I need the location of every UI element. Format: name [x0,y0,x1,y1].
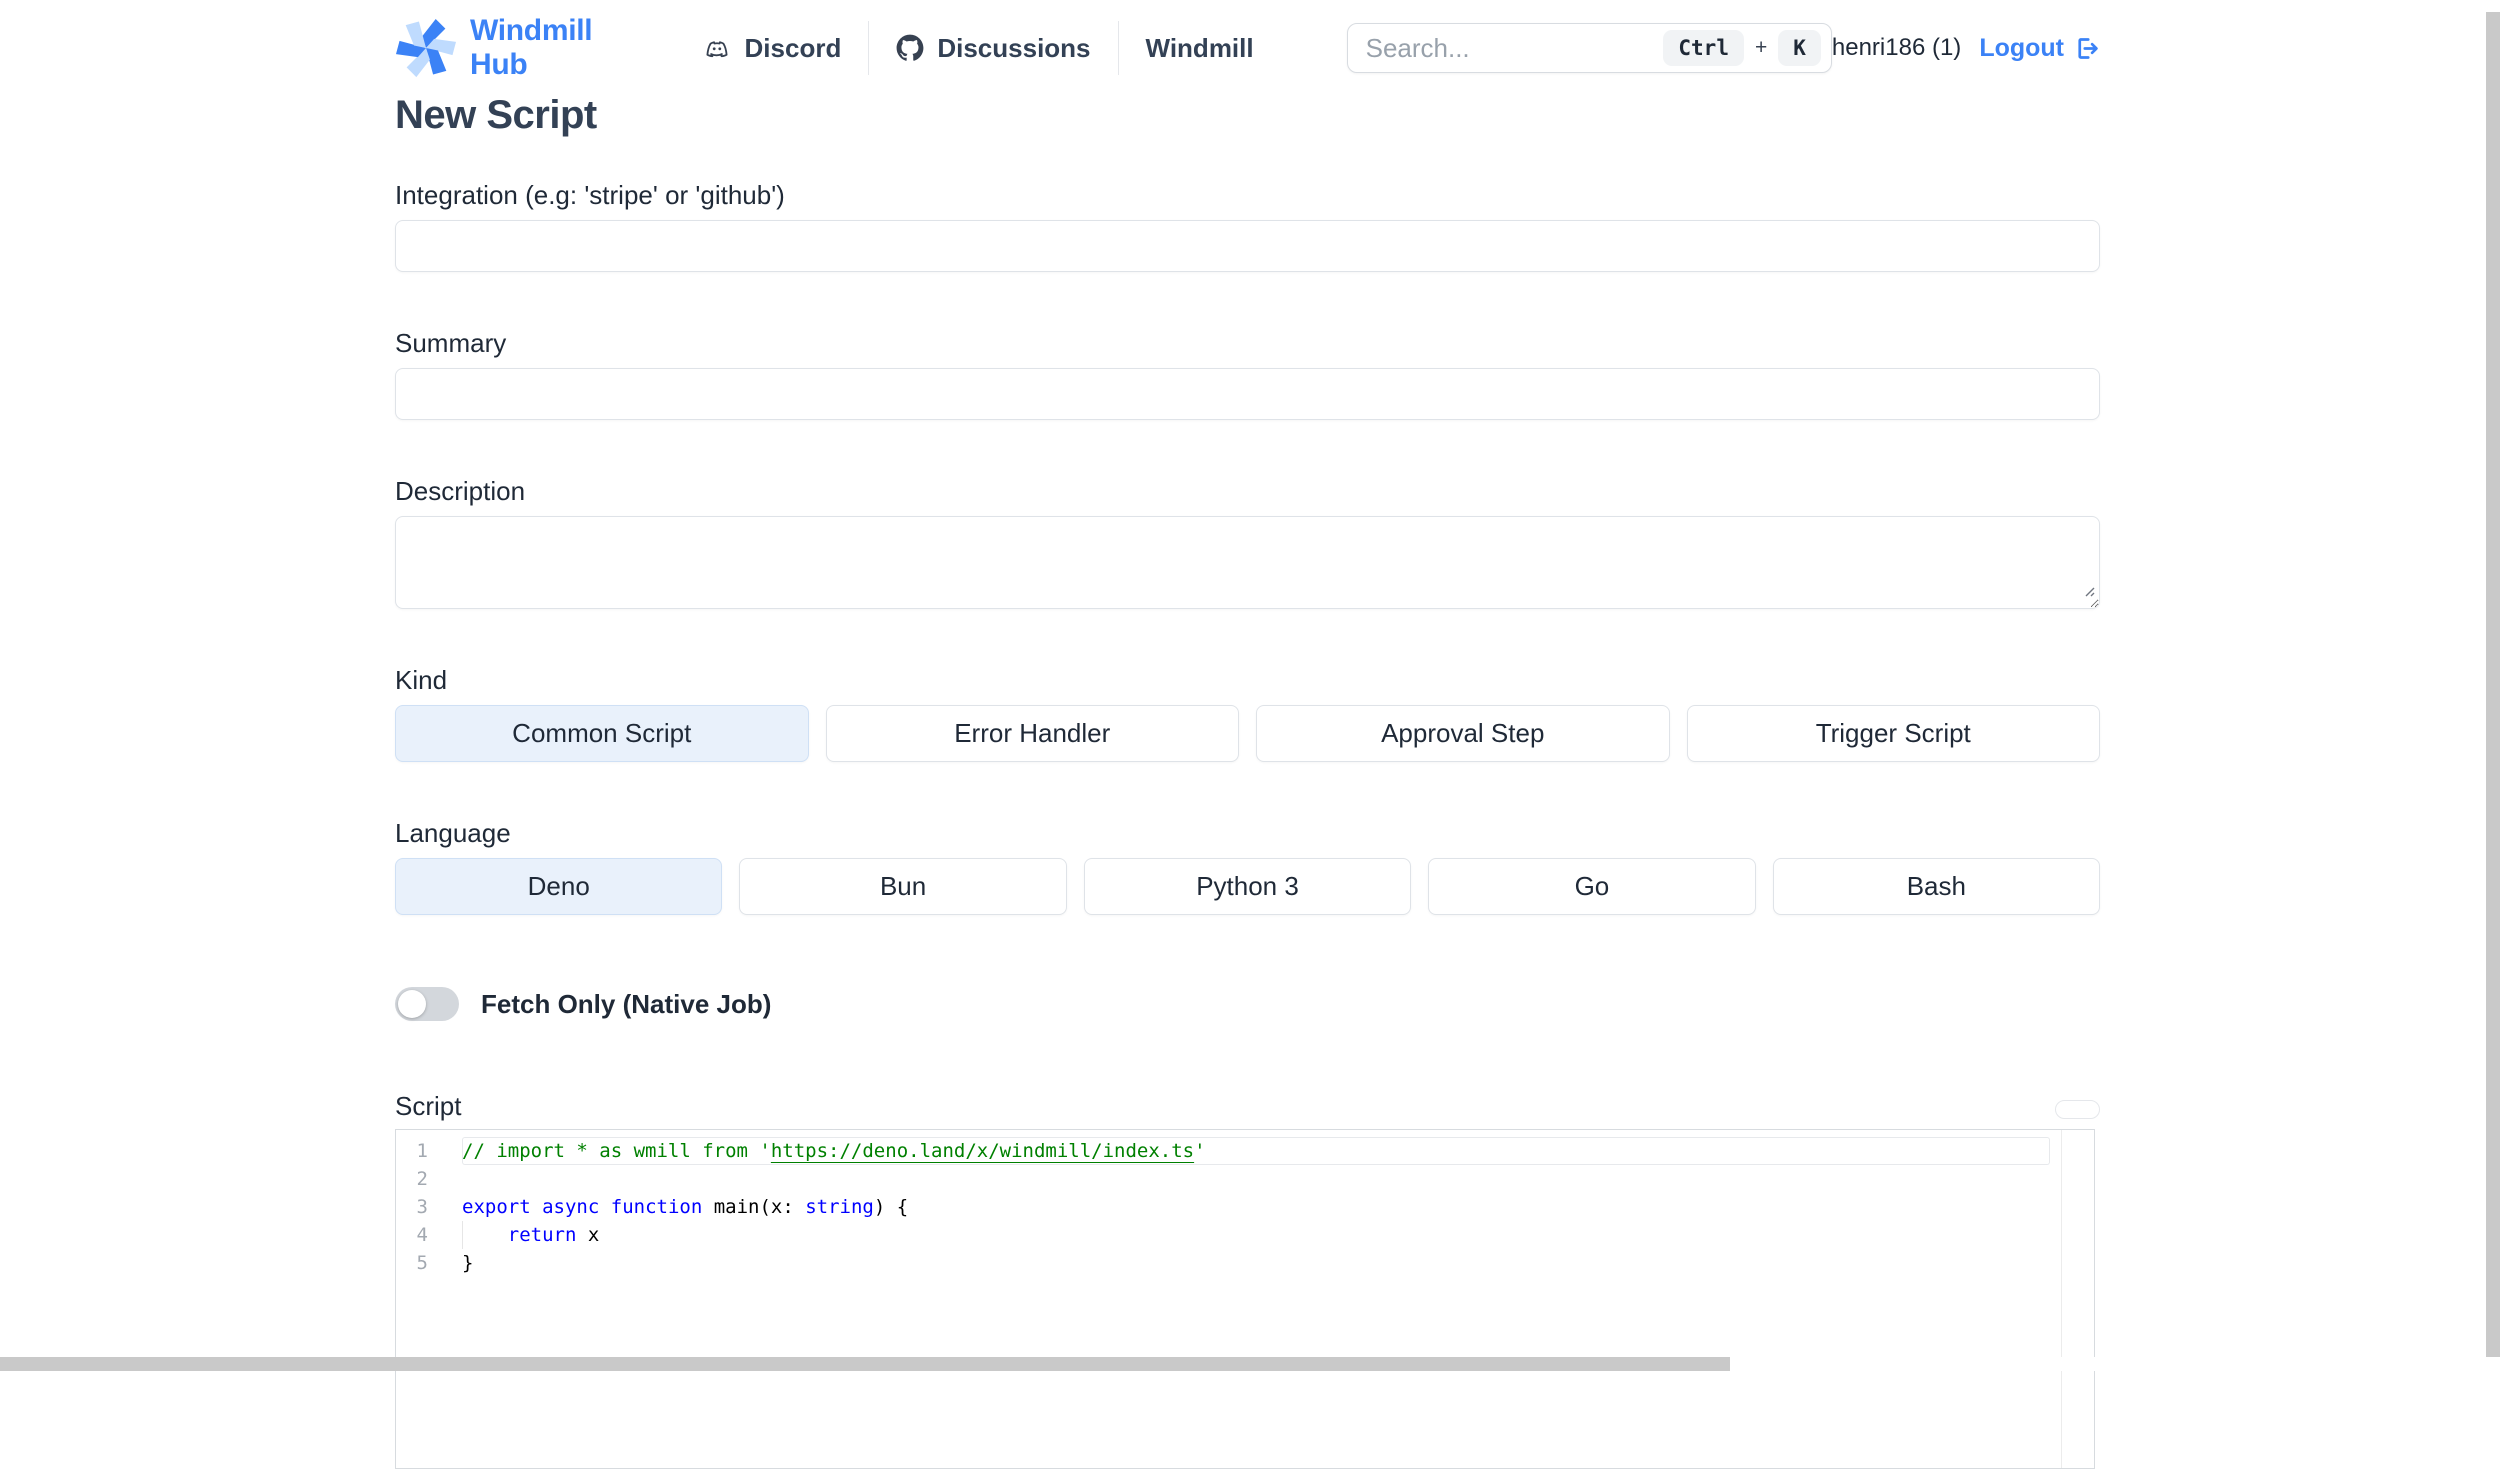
github-icon [896,34,924,62]
script-label: Script [395,1091,462,1121]
kbd-plus: + [1754,36,1768,59]
top-nav: Discord Discussions Windmill [675,21,1281,75]
indent-guide [462,1221,463,1249]
language-option-bash[interactable]: Bash [1772,858,2101,915]
code-line[interactable] [462,1165,2050,1193]
nav-label-discussions: Discussions [937,32,1091,63]
windmill-logo-icon [395,17,457,79]
username-text: henri186 (1) [1831,34,1962,61]
main-content: Windmill Hub Discord Discussions Windmil… [395,12,2101,1469]
kind-options: Common Script Error Handler Approval Step T… [395,705,2100,762]
nav-label-discord: Discord [744,32,842,63]
integration-input[interactable] [395,220,2100,272]
header: Windmill Hub Discord Discussions Windmil… [395,12,2100,84]
code-token: main(x: [702,1196,806,1218]
integration-label: Integration (e.g: 'stripe' or 'github') [395,180,785,210]
code-line[interactable]: return x [462,1221,2050,1249]
kind-option-approval-step[interactable]: Approval Step [1256,705,1670,762]
search-input[interactable]: Search... Ctrl + K [1346,23,1832,73]
horizontal-scrollbar[interactable] [0,1357,2500,1371]
kbd-ctrl: Ctrl [1663,30,1744,66]
language-label: Language [395,818,511,848]
editor-gutter: 1 2 3 4 5 [396,1130,454,1468]
language-option-python-3[interactable]: Python 3 [1083,858,1412,915]
fetch-only-toggle[interactable] [395,987,459,1021]
kbd-k: K [1778,30,1821,66]
kind-label: Kind [395,665,448,695]
code-token: x [576,1224,600,1246]
code-token: ' [1194,1140,1206,1162]
nav-label-windmill: Windmill [1145,32,1254,63]
logout-link[interactable]: Logout [1979,34,2100,63]
nav-item-windmill[interactable]: Windmill [1119,33,1281,64]
page-title: New Script [395,93,597,137]
language-option-deno[interactable]: Deno [395,858,723,915]
discord-icon [702,33,732,63]
vertical-scrollbar[interactable] [2486,12,2500,1357]
editor-code[interactable]: // import * as wmill from 'https://deno.… [454,1130,2094,1468]
kind-option-common-script[interactable]: Common Script [395,705,809,762]
script-editor: 1 2 3 4 5 // import * as wmill from 'https:/… [395,1129,2095,1469]
summary-label: Summary [395,328,507,358]
language-options: Deno Bun Python 3 Go Bash [395,858,2101,915]
minimap-separator [2061,1130,2062,1468]
logout-icon [2073,35,2100,62]
nav-item-discussions[interactable]: Discussions [869,33,1117,64]
line-number: 3 [416,1196,428,1218]
code-line[interactable]: // import * as wmill from 'https://deno.… [462,1137,2050,1165]
kind-option-error-handler[interactable]: Error Handler [825,705,1239,762]
code-token: } [462,1252,474,1274]
code-line[interactable]: export async function main(x: string) { [462,1193,2050,1221]
horizontal-scrollbar-thumb[interactable] [0,1357,1730,1371]
code-token: string [805,1196,874,1218]
nav-item-discord[interactable]: Discord [675,33,869,64]
search-placeholder: Search... [1365,32,1470,63]
vertical-scrollbar-thumb[interactable] [2486,12,2500,1357]
code-token: function [610,1196,703,1218]
code-token: return [507,1224,577,1246]
brand-link[interactable]: Windmill Hub [395,14,613,82]
code-token: // import * as wmill from ' [462,1140,771,1162]
code-token: export [462,1196,531,1218]
line-number: 5 [416,1252,428,1274]
code-token: https://deno.land/x/windmill/index.ts [770,1140,1195,1162]
brand-title: Windmill Hub [470,14,593,81]
line-number: 1 [416,1140,428,1162]
fetch-only-label: Fetch Only (Native Job) [481,988,772,1019]
editor-pill-button[interactable] [2055,1100,2100,1119]
logout-label: Logout [1979,33,2064,62]
code-token: async [542,1196,600,1218]
language-option-go[interactable]: Go [1428,858,1756,915]
line-number: 2 [416,1168,428,1190]
language-option-bun[interactable]: Bun [739,858,1067,915]
code-token: ) { [873,1196,909,1218]
summary-input[interactable] [395,368,2100,420]
description-textarea[interactable] [395,516,2100,609]
code-line[interactable]: } [462,1249,2050,1277]
user-area: henri186 (1) Logout [1832,34,2100,63]
line-number: 4 [416,1224,428,1246]
description-label: Description [395,476,526,506]
kind-option-trigger-script[interactable]: Trigger Script [1686,705,2100,762]
toggle-knob [398,990,426,1018]
